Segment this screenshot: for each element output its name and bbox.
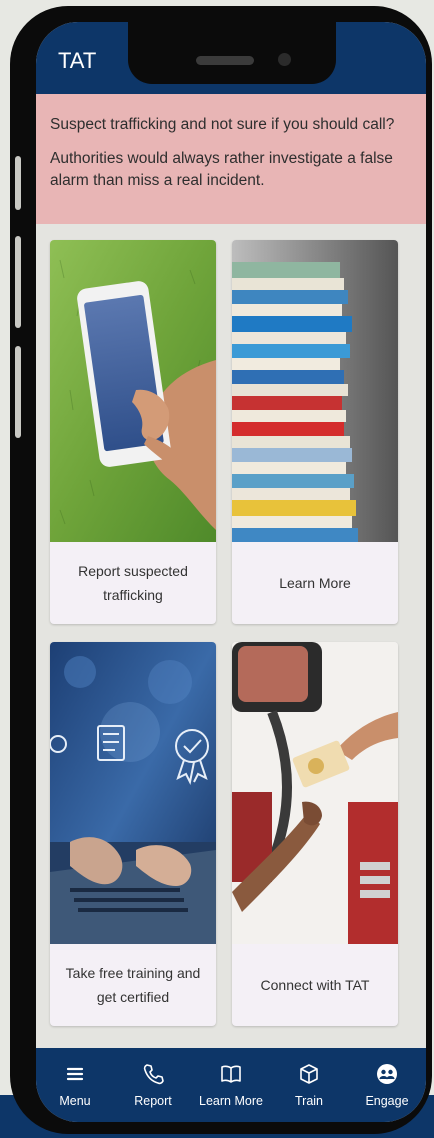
book-icon [221, 1065, 241, 1083]
nav-menu[interactable]: Menu [36, 1048, 114, 1122]
card-learn-more-label: Learn More [279, 575, 351, 591]
speaker-grille [196, 56, 254, 65]
cube-icon [300, 1064, 318, 1084]
card-learn-more[interactable]: Learn More [232, 240, 398, 624]
nav-report-label: Report [134, 1094, 172, 1108]
app-title: TAT [58, 48, 97, 73]
laptop-training-image [50, 642, 216, 944]
alert-line-advice: Authorities would always rather investig… [50, 150, 393, 189]
card-connect-label: Connect with TAT [260, 977, 370, 993]
card-report-label: Report suspected trafficking [78, 563, 188, 603]
side-button [15, 156, 21, 210]
phone-screen: TAT Suspect trafficking and not sure if … [36, 22, 426, 1122]
nav-menu-label: Menu [59, 1094, 91, 1108]
card-report[interactable]: Report suspected trafficking [50, 240, 216, 624]
menu-icon [66, 1067, 84, 1081]
phone-in-hand-image [50, 240, 216, 542]
nav-learn-more[interactable]: Learn More [192, 1048, 270, 1122]
card-connect[interactable]: Connect with TAT [232, 642, 398, 1026]
truck-card-handoff-image [232, 642, 398, 944]
book-stack-image [232, 240, 398, 542]
alert-banner: Suspect trafficking and not sure if you … [36, 94, 426, 224]
card-training-label: Take free training and get certified [65, 965, 201, 1005]
nav-train-label: Train [294, 1094, 323, 1108]
phone-frame: TAT Suspect trafficking and not sure if … [10, 6, 432, 1134]
side-button [15, 236, 21, 328]
side-button [15, 346, 21, 438]
alert-line-question: Suspect trafficking and not sure if you … [50, 116, 395, 133]
nav-engage[interactable]: Engage [348, 1048, 426, 1122]
group-icon [377, 1064, 397, 1084]
front-camera [278, 53, 291, 66]
nav-engage-label: Engage [365, 1094, 409, 1108]
nav-train[interactable]: Train [270, 1048, 348, 1122]
nav-learn-more-label: Learn More [199, 1094, 263, 1108]
nav-report[interactable]: Report [114, 1048, 192, 1122]
phone-icon [143, 1064, 164, 1085]
bottom-nav: Menu Report Learn More Train Engage [36, 1048, 426, 1122]
phone-notch [128, 22, 336, 84]
card-training[interactable]: Take free training and get certified [50, 642, 216, 1026]
